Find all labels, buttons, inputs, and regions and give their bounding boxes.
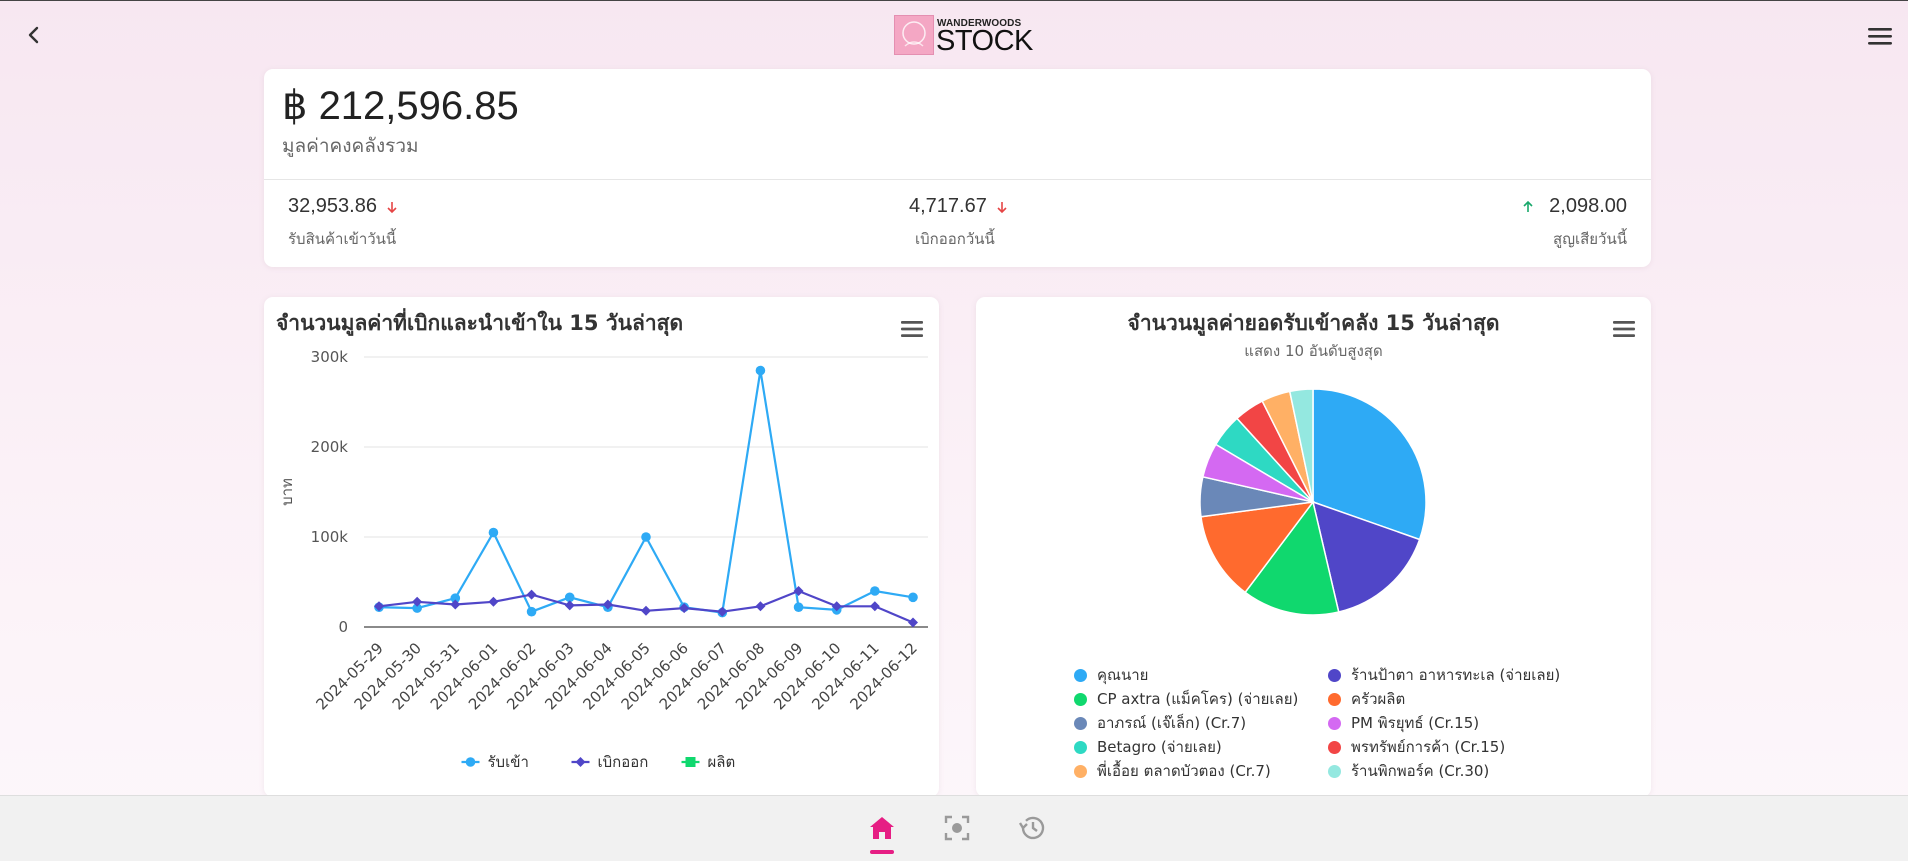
nav-history-button[interactable] xyxy=(1008,804,1056,852)
data-point[interactable] xyxy=(488,527,499,538)
legend-item[interactable]: อาภรณ์ (เจ๊เล็ก) (Cr.7) xyxy=(1074,711,1246,735)
legend-swatch xyxy=(1074,740,1087,754)
pie-chart-subtitle: แสดง 10 อันดับสูงสุด xyxy=(1244,342,1383,360)
stat-value: 32,953.86 xyxy=(288,195,377,217)
legend-label: CP axtra (แม็คโคร) (จ่ายเลย) xyxy=(1097,690,1299,708)
legend-item[interactable]: คุณนาย xyxy=(1074,663,1148,687)
legend-label: ร้านพิกพอร์ค (Cr.30) xyxy=(1351,762,1490,780)
stat-value: 4,717.67 xyxy=(909,195,987,217)
arrow-up-icon xyxy=(1523,200,1533,212)
home-icon xyxy=(870,817,894,839)
stat-received-today: 32,953.86 รับสินค้าเข้าวันนี้ xyxy=(288,195,399,255)
legend-item[interactable]: ผลิต xyxy=(681,753,736,771)
legend-swatch xyxy=(1074,668,1087,682)
total-inventory-label: มูลค่าคงคลังรวม xyxy=(282,135,419,157)
legend-label: คุณนาย xyxy=(1097,666,1149,684)
legend-item[interactable]: รับเข้า xyxy=(461,753,529,771)
y-tick-label: 100k xyxy=(311,528,349,546)
data-point[interactable] xyxy=(755,601,766,612)
data-point[interactable] xyxy=(564,600,575,611)
legend-item[interactable]: PM พิรยุทธ์ (Cr.15) xyxy=(1328,711,1479,735)
data-point[interactable] xyxy=(526,589,537,600)
legend-label: ร้านป้าตา อาหารทะเล (จ่ายเลย) xyxy=(1351,666,1561,684)
scan-icon xyxy=(944,815,970,841)
y-axis-label: บาท xyxy=(278,478,296,506)
data-point[interactable] xyxy=(755,365,766,376)
data-point[interactable] xyxy=(908,592,918,603)
legend-swatch xyxy=(1328,692,1341,706)
stat-loss-today: 2,098.00 สูญเสียวันนี้ xyxy=(1521,195,1627,255)
y-tick-label: 300k xyxy=(311,348,349,366)
app-logo: WANDERWOODS STOCK xyxy=(894,15,1033,57)
data-point[interactable] xyxy=(488,596,499,607)
history-icon xyxy=(1018,816,1045,840)
legend-label: Betagro (จ่ายเลย) xyxy=(1097,738,1222,756)
legend-swatch xyxy=(1328,740,1341,754)
legend-swatch xyxy=(1328,716,1341,730)
stat-issued-today: 4,717.67 เบิกออกวันนี้ xyxy=(909,195,1009,255)
logo-image xyxy=(894,15,934,55)
hamburger-icon xyxy=(1868,28,1892,45)
stat-value: 2,098.00 xyxy=(1549,195,1627,217)
legend-label: เบิกออก xyxy=(598,753,649,771)
series-line xyxy=(378,370,914,614)
legend-swatch xyxy=(1328,668,1341,682)
data-point[interactable] xyxy=(641,532,651,542)
pie-chart xyxy=(1199,388,1427,616)
summary-divider xyxy=(264,179,1651,180)
legend-item[interactable]: CP axtra (แม็คโคร) (จ่ายเลย) xyxy=(1074,687,1298,711)
arrow-down-icon xyxy=(997,201,1007,213)
legend-item[interactable]: เบิกออก xyxy=(571,753,649,771)
stat-label: สูญเสียวันนี้ xyxy=(1553,230,1627,248)
data-point[interactable] xyxy=(793,602,804,612)
legend-label: ครัวผลิต xyxy=(1351,690,1406,708)
legend-item[interactable]: พี่เอื้อย ตลาดบัวตอง (Cr.7) xyxy=(1074,759,1271,783)
legend-item[interactable]: ร้านพิกพอร์ค (Cr.30) xyxy=(1328,759,1489,783)
nav-home-button[interactable] xyxy=(858,804,906,852)
stat-label: เบิกออกวันนี้ xyxy=(915,230,995,248)
y-tick-label: 200k xyxy=(311,438,349,456)
legend-label: พรทรัพย์การค้า (Cr.15) xyxy=(1351,738,1506,756)
legend-swatch xyxy=(1074,716,1087,730)
arrow-down-icon xyxy=(387,201,397,213)
brand-main-text: STOCK xyxy=(936,25,1033,57)
legend-item[interactable]: Betagro (จ่ายเลย) xyxy=(1074,735,1222,759)
line-chart-card: จำนวนมูลค่าที่เบิกและนำเข้าใน 15 วันล่าส… xyxy=(264,297,939,797)
legend-label: PM พิรยุทธ์ (Cr.15) xyxy=(1351,714,1480,732)
y-tick-label: 0 xyxy=(338,618,348,636)
legend-label: รับเข้า xyxy=(488,753,529,771)
nav-active-indicator xyxy=(870,850,894,854)
total-inventory-value: ฿ 212,596.85 xyxy=(282,84,519,128)
inventory-summary-card: ฿ 212,596.85 มูลค่าคงคลังรวม 32,953.86 ร… xyxy=(264,69,1651,267)
legend-label: อาภรณ์ (เจ๊เล็ก) (Cr.7) xyxy=(1097,714,1247,732)
data-point[interactable] xyxy=(869,601,880,612)
back-button[interactable] xyxy=(18,17,50,53)
line-chart: 0100k200k300kบาท2024-05-292024-05-302024… xyxy=(278,348,928,771)
legend-swatch xyxy=(1074,764,1087,778)
app-header: WANDERWOODS STOCK xyxy=(0,1,1908,69)
data-point[interactable] xyxy=(641,605,651,616)
chevron-left-icon xyxy=(28,26,39,44)
chart-menu-button[interactable] xyxy=(1612,319,1636,339)
legend-label: พี่เอื้อย ตลาดบัวตอง (Cr.7) xyxy=(1097,762,1271,780)
legend-swatch xyxy=(1074,692,1087,706)
data-point[interactable] xyxy=(526,606,537,617)
legend-item[interactable]: ครัวผลิต xyxy=(1328,687,1405,711)
main-menu-button[interactable] xyxy=(1862,19,1898,53)
bottom-navigation xyxy=(0,795,1908,861)
legend-item[interactable]: พรทรัพย์การค้า (Cr.15) xyxy=(1328,735,1505,759)
pie-chart-card: จำนวนมูลค่ายอดรับเข้าคลัง 15 วันล่าสุด แ… xyxy=(976,297,1651,797)
legend-label: ผลิต xyxy=(708,753,736,771)
nav-scan-button[interactable] xyxy=(933,804,981,852)
data-point[interactable] xyxy=(870,586,880,596)
stat-label: รับสินค้าเข้าวันนี้ xyxy=(288,230,397,248)
pie-chart-title: จำนวนมูลค่ายอดรับเข้าคลัง 15 วันล่าสุด xyxy=(1127,311,1500,335)
data-point[interactable] xyxy=(908,617,918,628)
legend-item[interactable]: ร้านป้าตา อาหารทะเล (จ่ายเลย) xyxy=(1328,663,1560,687)
legend-swatch xyxy=(1328,764,1341,778)
